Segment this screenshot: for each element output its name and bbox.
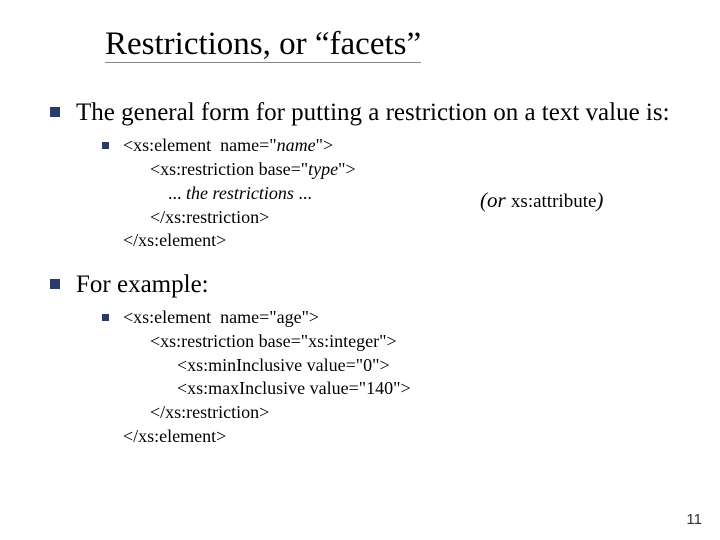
square-bullet-icon bbox=[102, 142, 109, 149]
square-bullet-icon bbox=[102, 314, 109, 321]
code-frag: </xs:element> bbox=[123, 426, 226, 446]
code-frag: "> bbox=[338, 159, 356, 179]
aside-mono: xs:attribute bbox=[511, 191, 596, 212]
bullet-general-form: The general form for putting a restricti… bbox=[50, 97, 670, 128]
bullet-text: The general form for putting a restricti… bbox=[76, 97, 670, 128]
code-frag: <xs:minInclusive value="0"> bbox=[123, 355, 390, 375]
square-bullet-icon bbox=[50, 279, 60, 289]
slide: Restrictions, or “facets” The general fo… bbox=[0, 0, 720, 540]
bullet-text: For example: bbox=[76, 269, 209, 300]
code-frag: <xs:element name="age"> bbox=[123, 307, 319, 327]
square-bullet-icon bbox=[50, 107, 60, 117]
code-frag: </xs:restriction> bbox=[123, 207, 269, 227]
code-frag: </xs:element> bbox=[123, 230, 226, 250]
code-frag: <xs:element name=" bbox=[123, 135, 277, 155]
page-number: 11 bbox=[686, 511, 702, 528]
code-frag: ... bbox=[123, 183, 186, 203]
spacer bbox=[50, 253, 670, 269]
code-frag: <xs:maxInclusive value="140"> bbox=[123, 378, 411, 398]
code-frag: <xs:restriction base="xs:integer"> bbox=[123, 331, 397, 351]
code-frag: ... bbox=[294, 183, 312, 203]
code-block-example: <xs:element name="age"> <xs:restriction … bbox=[102, 306, 670, 449]
code-frag-italic: type bbox=[308, 159, 338, 179]
aside-close: ) bbox=[596, 188, 603, 212]
aside-or-attribute: (or xs:attribute) bbox=[480, 188, 603, 213]
slide-title: Restrictions, or “facets” bbox=[105, 26, 421, 63]
code-frag: "> bbox=[316, 135, 334, 155]
bullet-for-example: For example: bbox=[50, 269, 670, 300]
code-frag: </xs:restriction> bbox=[123, 402, 269, 422]
aside-open: (or bbox=[480, 188, 511, 212]
code-frag-italic: the restrictions bbox=[186, 183, 294, 203]
code-frag: <xs:restriction base=" bbox=[123, 159, 308, 179]
code-frag-italic: name bbox=[277, 135, 316, 155]
code-text: <xs:element name="age"> <xs:restriction … bbox=[123, 306, 670, 449]
